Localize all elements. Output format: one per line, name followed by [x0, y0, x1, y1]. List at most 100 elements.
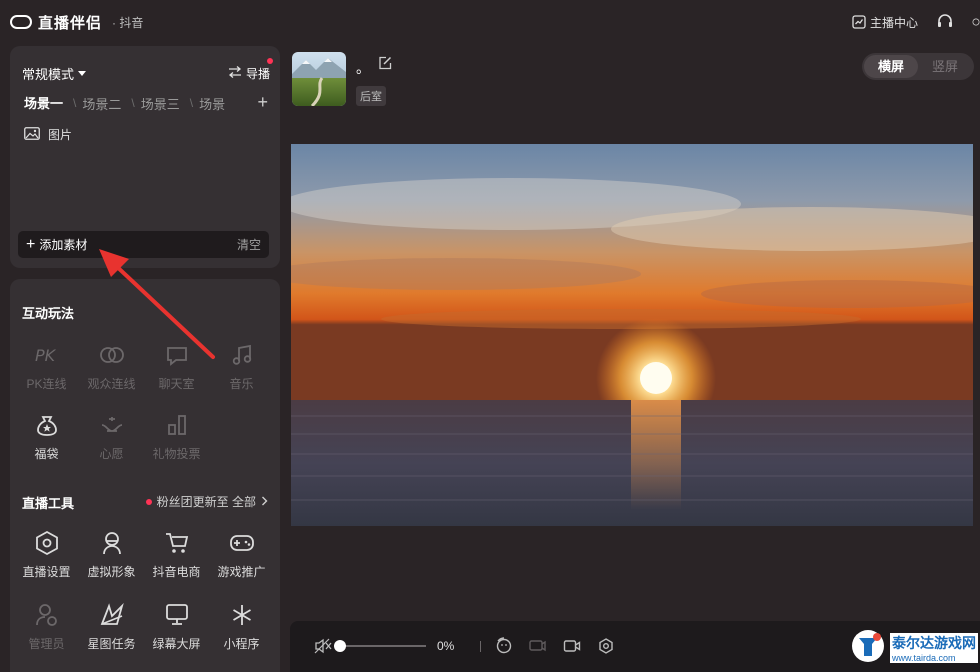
tab-scene-2[interactable]: 场景二 — [82, 94, 125, 112]
sunset-preview-image — [291, 144, 973, 526]
add-material-button[interactable]: + 添加素材 — [26, 236, 87, 253]
tool-label: 游戏推广 — [217, 565, 266, 579]
image-icon — [24, 126, 40, 143]
tool-label: 心愿 — [99, 447, 124, 461]
tool-lucky-bag[interactable]: 福袋 — [14, 412, 79, 462]
chevron-right-icon — [261, 495, 268, 509]
director-button[interactable]: 导播 — [228, 57, 273, 82]
admin-user-icon — [34, 602, 60, 628]
volume-slider-track[interactable] — [340, 645, 426, 647]
tool-label: 抖音电商 — [152, 565, 201, 579]
tool-mini-program[interactable]: 小程序 — [209, 602, 274, 652]
tool-label: 小程序 — [223, 637, 260, 651]
face-effect-icon[interactable] — [495, 637, 513, 655]
wish-lamp-icon — [99, 412, 125, 438]
tab-separator: \ — [189, 96, 194, 110]
watermark-url: www.tairda.com — [890, 653, 978, 663]
tool-avatar[interactable]: 虚拟形象 — [79, 530, 144, 580]
tool-label: 福袋 — [34, 447, 59, 461]
landscape-option[interactable]: 横屏 — [864, 55, 918, 78]
volume-percent: 0% — [437, 639, 455, 653]
scene-panel: 常规模式 导播 场景一 \ 场景二 \ 场景三 \ 场景 + 图片 + 添加素材… — [10, 46, 280, 268]
room-name: 。 — [356, 60, 370, 76]
clear-button[interactable]: 清空 — [237, 236, 261, 253]
volume-slider-handle[interactable] — [334, 640, 346, 652]
lucky-bag-icon — [34, 412, 60, 438]
portrait-option[interactable]: 竖屏 — [918, 55, 972, 78]
tool-admin[interactable]: 管理员 — [14, 602, 79, 652]
top-right-actions: 主播中心 — [852, 0, 980, 44]
fans-group-label: 粉丝团更新至 全部 — [156, 495, 256, 509]
monitor-icon — [164, 602, 190, 628]
add-scene-icon[interactable]: + — [253, 94, 268, 112]
mode-label: 常规模式 — [22, 66, 75, 82]
camera-icon[interactable] — [563, 637, 581, 655]
tool-star-map-tasks[interactable]: 星图任务 — [79, 602, 144, 652]
platform-label: · 抖音 — [112, 15, 144, 30]
tab-separator: \ — [73, 96, 77, 110]
edit-icon[interactable] — [378, 56, 392, 75]
star-map-icon — [99, 602, 125, 628]
top-bar: 直播伴侣 · 抖音 主播中心 — [0, 0, 980, 44]
tool-green-screen[interactable]: 绿幕大屏 — [144, 602, 209, 652]
add-material-label: 添加素材 — [39, 238, 88, 252]
tool-label: 管理员 — [28, 637, 65, 651]
headset-icon[interactable] — [936, 13, 954, 31]
tab-scene-3[interactable]: 场景三 — [141, 94, 184, 112]
bar-chart-icon — [164, 412, 190, 438]
tool-ecommerce[interactable]: 抖音电商 — [144, 530, 209, 580]
brand: 直播伴侣 · 抖音 — [10, 12, 143, 33]
asterisk-icon — [229, 602, 255, 628]
screen-cast-icon[interactable] — [528, 637, 546, 655]
annotation-arrow-icon — [99, 249, 215, 359]
mode-row: 常规模式 导播 — [22, 57, 273, 83]
shopping-cart-icon — [164, 530, 190, 556]
creator-center-label: 主播中心 — [869, 15, 918, 30]
tab-scene-4[interactable]: 场景 — [199, 94, 229, 112]
stream-preview[interactable] — [291, 144, 973, 526]
tab-scene-1[interactable]: 场景一 — [24, 94, 68, 112]
site-watermark: 泰尔达游戏网 www.tairda.com — [850, 624, 980, 672]
source-item-image[interactable]: 图片 — [24, 126, 72, 143]
mode-dropdown[interactable]: 常规模式 — [22, 64, 87, 83]
backstage-badge[interactable]: 后室 — [356, 86, 386, 106]
tools-grid: 直播设置 虚拟形象 抖音电商 游戏推广 管理员 星图任务 绿幕大屏 小程序 — [14, 530, 276, 652]
director-label: 导播 — [245, 66, 270, 81]
fans-group-link[interactable]: 粉丝团更新至 全部 — [145, 493, 268, 510]
app-name: 直播伴侣 — [38, 14, 103, 32]
divider — [480, 641, 481, 652]
tool-label: 直播设置 — [22, 565, 71, 579]
svg-text:PK: PK — [35, 346, 57, 365]
interact-section-title: 互动玩法 — [22, 306, 75, 321]
tool-label: 礼物投票 — [152, 447, 201, 461]
virtual-avatar-icon — [99, 530, 125, 556]
profile-icon[interactable] — [972, 13, 980, 31]
settings-gear-icon[interactable] — [597, 637, 615, 655]
tool-label: 绿幕大屏 — [152, 637, 201, 651]
tool-live-settings[interactable]: 直播设置 — [14, 530, 79, 580]
tab-separator: \ — [131, 96, 135, 110]
notification-dot — [145, 498, 152, 505]
notification-dot — [267, 57, 273, 64]
tool-wish[interactable]: 心愿 — [79, 412, 144, 462]
tool-label: 星图任务 — [87, 637, 136, 651]
settings-hex-icon — [34, 530, 60, 556]
pk-icon: PK — [34, 342, 60, 368]
creator-center-link[interactable]: 主播中心 — [852, 14, 918, 31]
mute-speaker-icon[interactable] — [314, 637, 332, 655]
tool-label: 音乐 — [229, 377, 254, 391]
room-avatar[interactable] — [292, 52, 346, 106]
tool-pk-link[interactable]: PK PK连线 — [14, 342, 79, 392]
tool-gift-vote[interactable]: 礼物投票 — [144, 412, 209, 462]
avatar — [292, 52, 346, 106]
scene-tabs: 场景一 \ 场景二 \ 场景三 \ 场景 + — [24, 94, 270, 112]
tool-label: 虚拟形象 — [87, 565, 136, 579]
tool-label: PK连线 — [26, 377, 67, 391]
swap-icon — [228, 65, 242, 81]
source-label: 图片 — [48, 128, 73, 142]
caret-down-icon — [78, 70, 87, 76]
plus-icon: + — [26, 235, 36, 253]
tool-label: 聊天室 — [158, 377, 195, 391]
tool-game-promo[interactable]: 游戏推广 — [209, 530, 274, 580]
tools-section-title: 直播工具 — [22, 496, 75, 511]
